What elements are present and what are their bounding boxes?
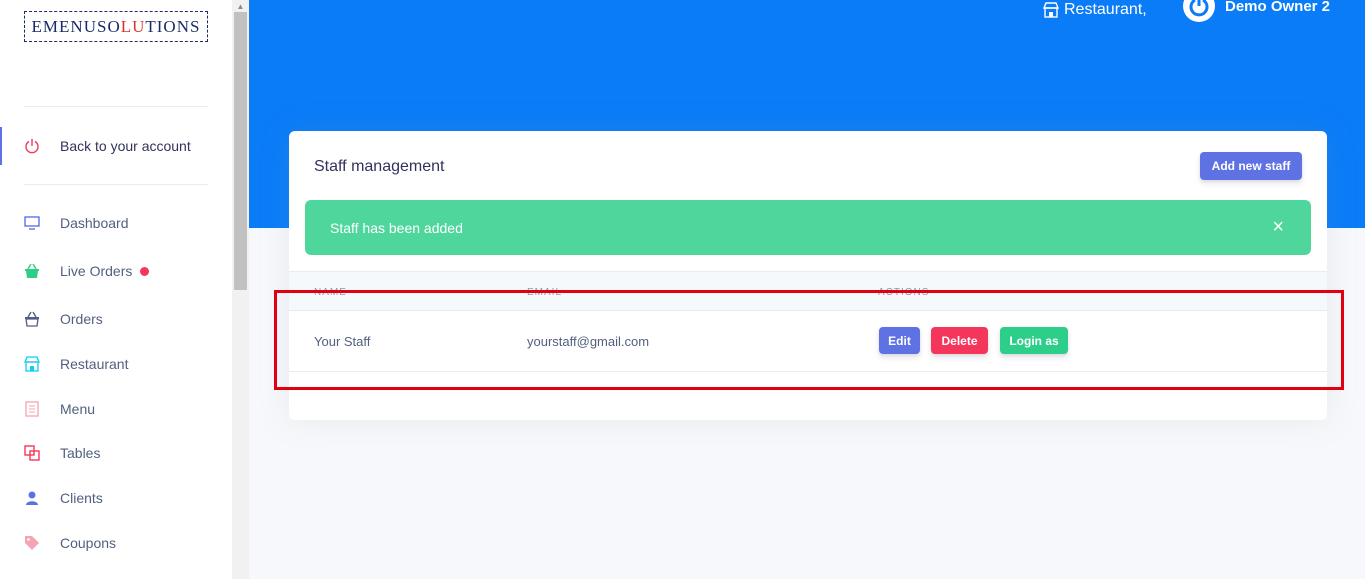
user-name: Demo Owner 2 bbox=[1225, 0, 1331, 15]
back-to-account-link[interactable]: Back to your account bbox=[0, 127, 232, 165]
power-icon bbox=[1189, 0, 1209, 17]
tag-icon bbox=[22, 533, 42, 553]
avatar bbox=[1183, 0, 1215, 22]
sidebar-item-label: Clients bbox=[60, 490, 103, 506]
sidebar-item-menu[interactable]: Menu bbox=[0, 389, 232, 429]
restaurant-label: Restaurant, bbox=[1064, 1, 1147, 18]
sidebar-item-restaurant[interactable]: Restaurant bbox=[0, 344, 232, 384]
close-icon[interactable]: × bbox=[1272, 217, 1284, 237]
sidebar-item-label: Restaurant bbox=[60, 356, 129, 372]
basket-icon bbox=[22, 261, 42, 281]
sidebar-item-label: Live Orders bbox=[60, 263, 133, 279]
app-logo[interactable]: EMENUSO LU TIONS bbox=[24, 11, 208, 42]
power-icon bbox=[22, 136, 42, 156]
highlight-annotation-box bbox=[274, 290, 1344, 390]
monitor-icon bbox=[22, 213, 42, 233]
sidebar-item-label: Tables bbox=[60, 445, 101, 461]
sidebar-item-label: Coupons bbox=[60, 535, 117, 551]
add-new-staff-button[interactable]: Add new staff bbox=[1200, 152, 1302, 180]
sidebar-item-dashboard[interactable]: Dashboard bbox=[0, 203, 232, 243]
sidebar-item-tables[interactable]: Tables bbox=[0, 433, 232, 473]
success-alert: Staff has been added × bbox=[305, 200, 1311, 255]
sidebar: EMENUSO LU TIONS Back to your account Dash… bbox=[0, 0, 232, 579]
sidebar-item-label: Dashboard bbox=[60, 215, 129, 231]
sidebar-divider bbox=[24, 184, 208, 185]
user-menu[interactable]: Demo Owner 2 bbox=[1183, 0, 1330, 22]
page-title: Staff management bbox=[314, 158, 445, 175]
basket-icon bbox=[22, 309, 42, 329]
menu-book-icon bbox=[22, 399, 42, 419]
sidebar-item-clients[interactable]: Clients bbox=[0, 478, 232, 518]
shop-icon bbox=[22, 354, 42, 374]
sidebar-item-live-orders[interactable]: Live Orders bbox=[0, 251, 232, 291]
restaurant-link[interactable]: Restaurant, bbox=[1043, 0, 1147, 20]
shop-icon bbox=[1043, 2, 1059, 18]
sidebar-item-label: Orders bbox=[60, 311, 103, 327]
sidebar-item-label: Menu bbox=[60, 401, 96, 417]
sidebar-item-orders[interactable]: Orders bbox=[0, 299, 232, 339]
user-icon bbox=[22, 488, 42, 508]
alert-message: Staff has been added bbox=[330, 219, 463, 236]
sidebar-divider bbox=[24, 106, 208, 107]
sidebar-item-coupons[interactable]: Coupons bbox=[0, 523, 232, 563]
live-orders-badge bbox=[140, 266, 150, 276]
scrollbar-thumb[interactable] bbox=[234, 12, 247, 290]
tables-icon bbox=[22, 443, 42, 463]
sidebar-scrollbar[interactable]: ▲ bbox=[232, 0, 249, 579]
back-to-account-label: Back to your account bbox=[60, 138, 191, 154]
scroll-up-arrow-icon[interactable]: ▲ bbox=[232, 0, 249, 12]
